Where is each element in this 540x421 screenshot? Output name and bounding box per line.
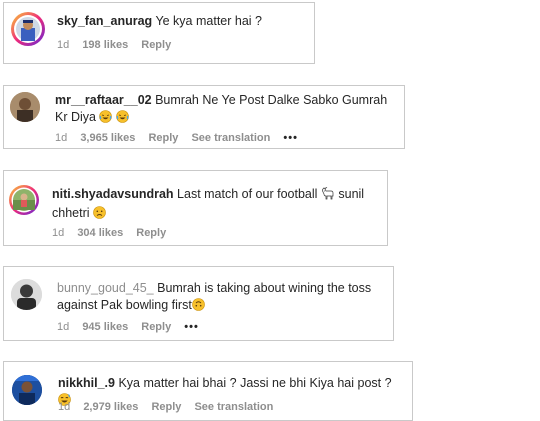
see-translation-link[interactable]: See translation bbox=[191, 132, 270, 144]
comment-username[interactable]: sky_fan_anurag bbox=[57, 14, 152, 28]
see-translation-link[interactable]: See translation bbox=[194, 401, 273, 413]
comment-text: niti.shyadavsundrah Last match of our fo… bbox=[52, 186, 382, 224]
disappointed-face-icon bbox=[93, 206, 106, 224]
comment-card: nikkhil_.9 Kya matter hai bhai ? Jassi n… bbox=[3, 361, 413, 421]
comment-likes[interactable]: 304 likes bbox=[77, 227, 123, 239]
comment-text: mr__raftaar__02 Bumrah Ne Ye Post Dalke … bbox=[55, 92, 400, 128]
reply-button[interactable]: Reply bbox=[136, 227, 166, 239]
comment-meta: 1d 304 likes Reply bbox=[52, 226, 176, 240]
more-options-icon[interactable]: ••• bbox=[283, 132, 298, 144]
comment-time[interactable]: 1d bbox=[52, 227, 64, 239]
face-with-tears-of-joy-icon bbox=[99, 110, 113, 128]
comment-likes[interactable]: 3,965 likes bbox=[80, 132, 135, 144]
comment-card: niti.shyadavsundrah Last match of our fo… bbox=[3, 170, 388, 246]
face-with-tears-of-joy-icon bbox=[116, 110, 129, 128]
reply-button[interactable]: Reply bbox=[141, 39, 171, 51]
comment-time[interactable]: 1d bbox=[58, 401, 70, 413]
more-options-icon[interactable]: ••• bbox=[184, 321, 199, 333]
comment-time[interactable]: 1d bbox=[57, 321, 69, 333]
comment-card: mr__raftaar__02 Bumrah Ne Ye Post Dalke … bbox=[3, 85, 405, 149]
comment-likes[interactable]: 2,979 likes bbox=[83, 401, 138, 413]
comment-username[interactable]: mr__raftaar__02 bbox=[55, 93, 152, 107]
comment-text: sky_fan_anurag Ye kya matter hai ? bbox=[57, 13, 307, 30]
comment-username[interactable]: bunny_goud_45_ bbox=[57, 281, 154, 295]
comment-likes[interactable]: 945 likes bbox=[82, 321, 128, 333]
comment-time[interactable]: 1d bbox=[57, 39, 69, 51]
avatar[interactable] bbox=[11, 12, 45, 46]
reply-button[interactable]: Reply bbox=[148, 132, 178, 144]
reply-button[interactable]: Reply bbox=[141, 321, 171, 333]
comment-body: Last match of our football bbox=[177, 187, 318, 201]
comment-meta: 1d 3,965 likes Reply See translation ••• bbox=[55, 131, 308, 145]
avatar[interactable] bbox=[9, 185, 39, 215]
goat-icon bbox=[321, 187, 335, 205]
comment-meta: 1d 2,979 likes Reply See translation bbox=[58, 400, 283, 414]
comment-body: Kya matter hai bhai ? Jassi ne bhi Kiya … bbox=[118, 376, 392, 390]
comment-username[interactable]: nikkhil_.9 bbox=[58, 376, 115, 390]
comment-meta: 1d 945 likes Reply ••• bbox=[57, 320, 209, 334]
upside-down-face-icon bbox=[191, 298, 205, 316]
comment-meta: 1d 198 likes Reply bbox=[57, 38, 181, 52]
comment-card: sky_fan_anurag Ye kya matter hai ? 1d 19… bbox=[3, 2, 315, 64]
comment-username[interactable]: niti.shyadavsundrah bbox=[52, 187, 174, 201]
reply-button[interactable]: Reply bbox=[151, 401, 181, 413]
comment-time[interactable]: 1d bbox=[55, 132, 67, 144]
avatar[interactable] bbox=[10, 92, 40, 122]
comment-card: bunny_goud_45_ Bumrah is taking about wi… bbox=[3, 266, 394, 341]
avatar[interactable] bbox=[12, 375, 42, 405]
comment-likes[interactable]: 198 likes bbox=[82, 39, 128, 51]
comment-body: Ye kya matter hai ? bbox=[155, 14, 262, 28]
comment-text: bunny_goud_45_ Bumrah is taking about wi… bbox=[57, 280, 387, 316]
avatar[interactable] bbox=[11, 279, 42, 310]
